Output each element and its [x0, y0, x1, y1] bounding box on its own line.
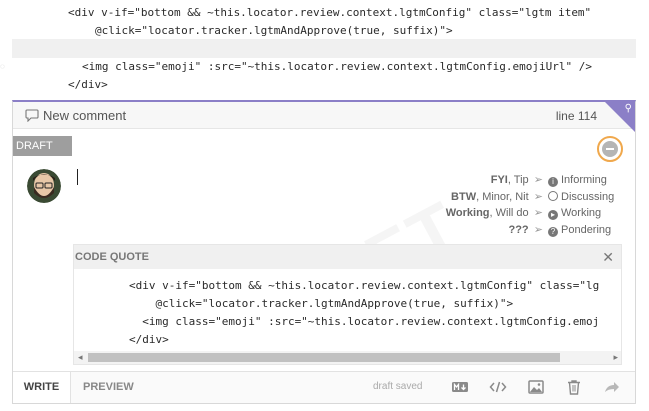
code-quote-header: CODE QUOTE ✕	[74, 245, 621, 269]
arrow-icon: ➢	[533, 223, 543, 236]
keyword-legend: FYI, Tip ➢ i Informing BTW, Minor, Nit ➢ …	[319, 173, 619, 239]
legend-label: Discussing	[561, 190, 615, 203]
send-arrow-icon[interactable]	[603, 379, 621, 395]
draft-status: draft saved	[373, 381, 423, 392]
arrow-icon: ➢	[533, 190, 543, 203]
arrow-icon: ➢	[533, 207, 543, 219]
link-icon[interactable]: ⚲	[625, 103, 632, 114]
comment-header: New comment line 114 ⚲	[13, 102, 635, 132]
question-circle-icon: ?	[548, 226, 558, 237]
comment-bubble-icon	[25, 109, 39, 122]
tab-write[interactable]: WRITE	[13, 372, 71, 403]
legend-keyword: BTW	[451, 190, 477, 203]
play-circle-icon: ▸	[548, 210, 558, 220]
legend-keyword-rest: , Minor, Nit	[476, 190, 529, 203]
scroll-right-icon[interactable]: ▸	[613, 352, 618, 363]
markdown-icon[interactable]	[451, 379, 469, 395]
quote-code-line: @click="locator.tracker.lgtmAndApprove(t…	[129, 297, 514, 310]
draft-flag: DRAFT	[13, 136, 72, 156]
legend-row: Working, Will do ➢ ▸ Working	[319, 206, 619, 223]
scrollbar-thumb[interactable]	[88, 353, 560, 362]
legend-keyword-rest: , Will do	[489, 207, 529, 219]
quote-code-line: </div>	[129, 333, 169, 346]
comment-footer: WRITE PREVIEW draft saved	[13, 371, 635, 403]
image-icon[interactable]	[527, 379, 545, 395]
circle-outline-icon	[548, 190, 558, 201]
legend-keyword: Working	[445, 207, 490, 219]
info-circle-icon: i	[548, 177, 558, 187]
horizontal-scrollbar[interactable]: ◂ ▸	[74, 351, 621, 364]
legend-keyword-rest: , Tip	[507, 174, 529, 186]
comment-title: New comment	[43, 108, 127, 123]
scroll-left-icon[interactable]: ◂	[78, 352, 83, 363]
trash-icon[interactable]	[565, 379, 583, 395]
legend-row: ??? ➢ ? Pondering	[319, 223, 619, 240]
text-cursor[interactable]	[77, 169, 78, 185]
avatar	[27, 169, 61, 203]
line-reference[interactable]: line 114	[556, 109, 597, 123]
legend-label: Pondering	[561, 223, 612, 236]
quote-code-line: <img class="emoji" :src="~this.locator.r…	[129, 315, 600, 328]
code-quote-title: CODE QUOTE	[75, 251, 149, 263]
close-icon[interactable]: ✕	[602, 245, 614, 269]
context-code-line-4: </div>	[68, 78, 108, 91]
legend-row: FYI, Tip ➢ i Informing	[319, 173, 619, 190]
code-quote-body: <div v-if="bottom && ~this.locator.revie…	[74, 269, 621, 353]
legend-keyword: FYI	[490, 174, 508, 186]
legend-label: Informing	[561, 174, 607, 186]
minus-icon	[606, 148, 614, 150]
code-quote: CODE QUOTE ✕ <div v-if="bottom && ~this.…	[73, 244, 622, 365]
tab-preview[interactable]: PREVIEW	[83, 372, 134, 403]
code-icon[interactable]	[489, 379, 507, 395]
legend-keyword: ???	[508, 223, 529, 236]
legend-row: BTW, Minor, Nit ➢ Discussing	[319, 190, 619, 207]
skipped-lines-band[interactable]	[12, 39, 636, 58]
avatar-image-icon	[27, 169, 61, 203]
arrow-icon: ➢	[533, 174, 543, 186]
quote-code-line: <div v-if="bottom && ~this.locator.revie…	[129, 279, 600, 292]
legend-label: Working	[561, 207, 602, 219]
context-code-line-1: <div v-if="bottom && ~this.locator.revie…	[68, 6, 592, 19]
comment-panel: New comment line 114 ⚲ DRAFT DRAFT FYI, …	[12, 100, 636, 404]
context-code-line-2: @click="locator.tracker.lgtmAndApprove(t…	[95, 24, 453, 37]
gutter-marker-icon: ◌	[0, 62, 5, 71]
context-code-line-3: <img class="emoji" :src="~this.locator.r…	[82, 60, 592, 73]
discard-draft-button[interactable]	[597, 136, 623, 162]
